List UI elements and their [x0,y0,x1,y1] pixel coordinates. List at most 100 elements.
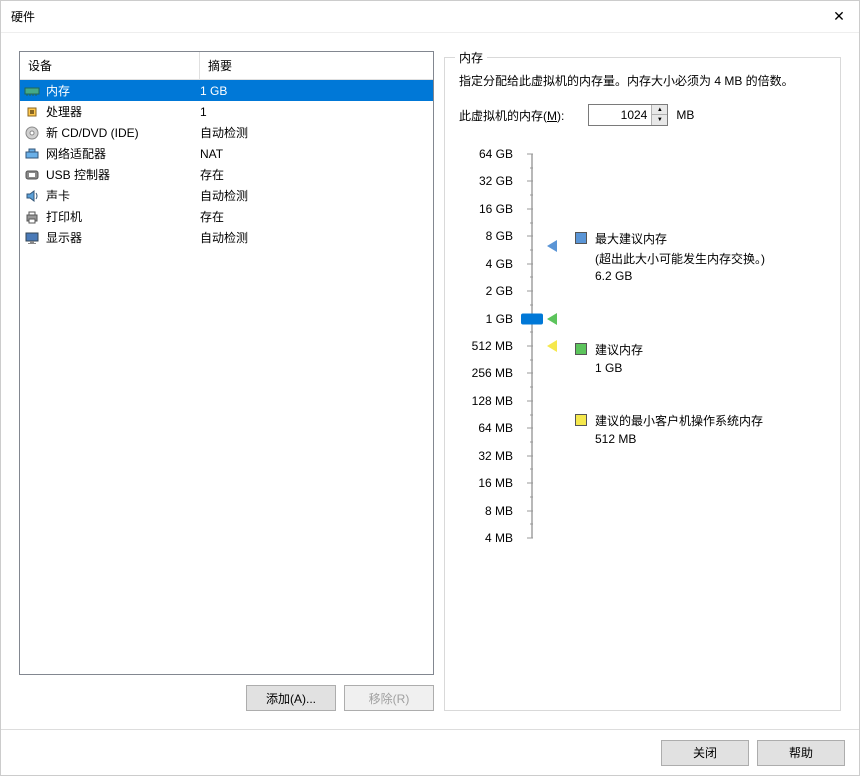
slider-track-column[interactable] [519,146,545,546]
legend-max-title: 最大建议内存 [595,230,765,247]
device-row[interactable]: 打印机存在 [20,206,433,227]
slider-thumb[interactable] [521,313,543,324]
legend-rec-title: 建议内存 [595,341,643,358]
header-device[interactable]: 设备 [20,52,200,79]
right-panel: 内存 指定分配给此虚拟机的内存量。内存大小必须为 4 MB 的倍数。 此虚拟机的… [444,51,841,711]
help-button[interactable]: 帮助 [757,740,845,766]
tick-mark [527,428,533,429]
device-name: 新 CD/DVD (IDE) [46,124,200,141]
memory-slider-area: 64 GB32 GB16 GB8 GB4 GB2 GB1 GB512 MB256… [459,146,826,546]
tick-label: 16 MB [478,476,513,490]
tick-label: 4 GB [486,257,513,271]
tick-label: 64 GB [479,147,513,161]
network-icon [24,146,40,162]
tick-mark [527,455,533,456]
device-row[interactable]: 显示器自动检测 [20,227,433,248]
device-name: 网络适配器 [46,145,200,162]
remove-button: 移除(R) [344,685,434,711]
tick-mark-minor [530,359,533,360]
device-row[interactable]: 新 CD/DVD (IDE)自动检测 [20,122,433,143]
device-name: 显示器 [46,229,200,246]
tick-label: 32 GB [479,174,513,188]
device-summary: 1 [200,105,429,119]
memory-description: 指定分配给此虚拟机的内存量。内存大小必须为 4 MB 的倍数。 [459,72,826,90]
tick-mark [527,154,533,155]
cd-icon [24,125,40,141]
spinner-buttons: ▲ ▼ [651,105,667,125]
tick-mark [527,236,533,237]
legend-column: 最大建议内存 (超出此大小可能发生内存交换。) 6.2 GB 建议内存 1 GB… [545,146,826,546]
tick-label: 1 GB [486,312,513,326]
device-row[interactable]: 声卡自动检测 [20,185,433,206]
tick-mark-minor [530,332,533,333]
cpu-icon [24,104,40,120]
add-button[interactable]: 添加(A)... [246,685,336,711]
tick-mark-minor [530,496,533,497]
content-area: 设备 摘要 内存1 GB处理器1新 CD/DVD (IDE)自动检测网络适配器N… [1,33,859,729]
legend-rec-square-icon [575,343,587,355]
close-button[interactable]: 关闭 [661,740,749,766]
spinner-up-icon[interactable]: ▲ [652,105,667,115]
tick-mark-minor [530,442,533,443]
device-summary: 1 GB [200,84,429,98]
tick-label: 4 MB [485,531,513,545]
display-icon [24,230,40,246]
tick-mark [527,373,533,374]
tick-mark [527,483,533,484]
groupbox-title: 内存 [455,49,487,66]
legend-rec-value: 1 GB [595,361,643,375]
tick-mark-minor [530,250,533,251]
window-title: 硬件 [11,8,829,25]
list-header: 设备 摘要 [20,52,433,80]
memory-input[interactable] [589,105,651,125]
tick-label: 8 MB [485,504,513,518]
header-summary[interactable]: 摘要 [200,52,433,79]
memory-unit: MB [676,108,694,122]
device-name: 处理器 [46,103,200,120]
device-summary: 存在 [200,166,429,183]
tick-mark-minor [530,469,533,470]
tick-mark-minor [530,414,533,415]
legend-min: 建议的最小客户机操作系统内存 512 MB [595,412,763,446]
legend-max-value: 6.2 GB [595,269,765,283]
device-summary: 存在 [200,208,429,225]
legend-max: 最大建议内存 (超出此大小可能发生内存交换。) 6.2 GB [595,230,765,283]
tick-mark [527,263,533,264]
tick-mark [527,181,533,182]
memory-groupbox: 内存 指定分配给此虚拟机的内存量。内存大小必须为 4 MB 的倍数。 此虚拟机的… [444,57,841,711]
tick-label: 2 GB [486,284,513,298]
legend-min-title: 建议的最小客户机操作系统内存 [595,412,763,429]
tick-mark [527,400,533,401]
tick-mark-minor [530,304,533,305]
tick-mark-minor [530,524,533,525]
hardware-dialog: 硬件 ✕ 设备 摘要 内存1 GB处理器1新 CD/DVD (IDE)自动检测网… [0,0,860,776]
device-row[interactable]: 内存1 GB [20,80,433,101]
device-name: 声卡 [46,187,200,204]
device-row[interactable]: 处理器1 [20,101,433,122]
tick-mark-minor [530,195,533,196]
device-row[interactable]: 网络适配器NAT [20,143,433,164]
tick-label: 8 GB [486,229,513,243]
legend-min-value: 512 MB [595,432,763,446]
tick-mark-minor [530,277,533,278]
device-summary: 自动检测 [200,229,429,246]
tick-label: 128 MB [472,394,513,408]
tick-mark [527,510,533,511]
close-icon[interactable]: ✕ [829,8,849,25]
memory-input-row: 此虚拟机的内存(M): ▲ ▼ MB [459,104,826,126]
usb-icon [24,167,40,183]
device-summary: NAT [200,147,429,161]
spinner-down-icon[interactable]: ▼ [652,115,667,125]
tick-label: 64 MB [478,421,513,435]
device-row[interactable]: USB 控制器存在 [20,164,433,185]
list-body: 内存1 GB处理器1新 CD/DVD (IDE)自动检测网络适配器NATUSB … [20,80,433,248]
memory-spinner[interactable]: ▲ ▼ [588,104,668,126]
tick-mark-minor [530,167,533,168]
printer-icon [24,209,40,225]
legend-min-square-icon [575,414,587,426]
bottom-bar: 关闭 帮助 [1,729,859,775]
ticks-column: 64 GB32 GB16 GB8 GB4 GB2 GB1 GB512 MB256… [459,146,519,546]
device-list: 设备 摘要 内存1 GB处理器1新 CD/DVD (IDE)自动检测网络适配器N… [19,51,434,675]
titlebar: 硬件 ✕ [1,1,859,33]
tick-label: 16 GB [479,202,513,216]
